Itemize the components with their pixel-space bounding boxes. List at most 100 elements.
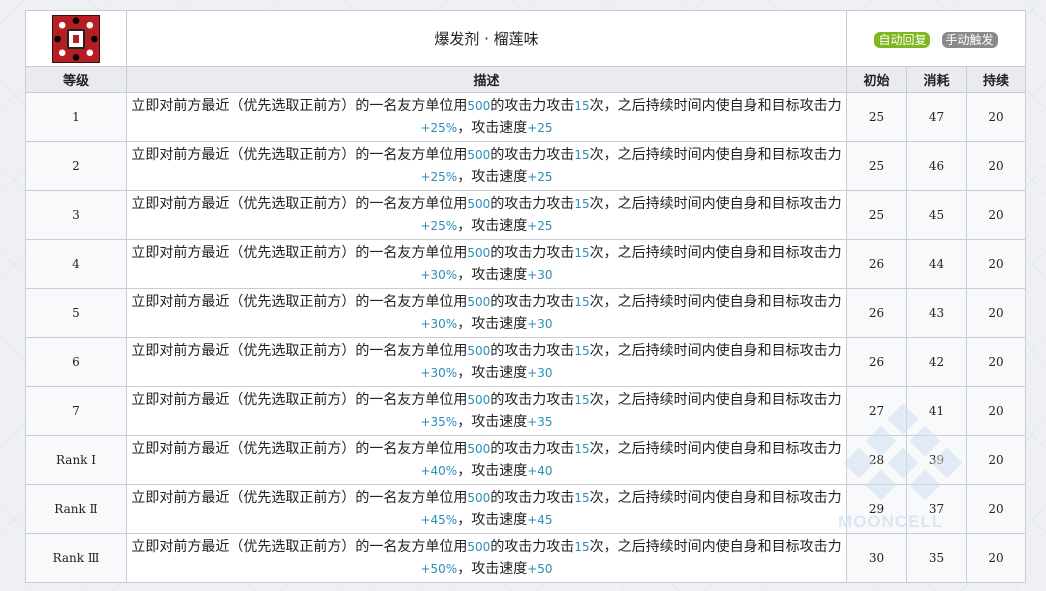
hit-count: 15 — [574, 148, 590, 162]
column-initial: 初始 — [846, 66, 907, 93]
initial-sp-cell: 26 — [846, 239, 907, 289]
column-desc: 描述 — [126, 66, 847, 93]
table-row: 6 立即对前方最近（优先选取正前方）的一名友方单位用500的攻击力攻击15次，之后… — [25, 337, 1026, 387]
aspd-bonus: +40 — [527, 464, 553, 478]
atk-bonus: +35% — [420, 415, 458, 429]
sp-cost-cell: 43 — [906, 288, 967, 338]
table-row: 4 立即对前方最近（优先选取正前方）的一名友方单位用500的攻击力攻击15次，之后… — [25, 239, 1026, 289]
table-row: 2 立即对前方最近（优先选取正前方）的一名友方单位用500的攻击力攻击15次，之后… — [25, 141, 1026, 191]
atk-bonus: +30% — [420, 366, 458, 380]
initial-sp-cell: 28 — [846, 435, 907, 485]
initial-sp-cell: 26 — [846, 337, 907, 387]
description-cell: 立即对前方最近（优先选取正前方）的一名友方单位用500的攻击力攻击15次，之后持… — [126, 288, 847, 338]
duration-cell: 20 — [966, 386, 1026, 436]
description-cell: 立即对前方最近（优先选取正前方）的一名友方单位用500的攻击力攻击15次，之后持… — [126, 533, 847, 583]
duration-cell: 20 — [966, 92, 1026, 142]
description-cell: 立即对前方最近（优先选取正前方）的一名友方单位用500的攻击力攻击15次，之后持… — [126, 92, 847, 142]
level-cell: 4 — [25, 239, 127, 289]
table-row: Rank Ⅰ 立即对前方最近（优先选取正前方）的一名友方单位用500的攻击力攻击1… — [25, 435, 1026, 485]
hit-count: 15 — [574, 99, 590, 113]
sp-cost-cell: 39 — [906, 435, 967, 485]
atk-multiplier: 500 — [467, 197, 491, 211]
table-row: Rank Ⅲ 立即对前方最近（优先选取正前方）的一名友方单位用500的攻击力攻击1… — [25, 533, 1026, 583]
atk-bonus: +25% — [420, 219, 458, 233]
sp-cost-cell: 47 — [906, 92, 967, 142]
initial-sp-cell: 27 — [846, 386, 907, 436]
atk-multiplier: 500 — [467, 295, 491, 309]
duration-cell: 20 — [966, 533, 1026, 583]
atk-multiplier: 500 — [467, 540, 491, 554]
initial-sp-cell: 25 — [846, 141, 907, 191]
hit-count: 15 — [574, 442, 590, 456]
sp-cost-cell: 46 — [906, 141, 967, 191]
duration-cell: 20 — [966, 337, 1026, 387]
hit-count: 15 — [574, 491, 590, 505]
description-cell: 立即对前方最近（优先选取正前方）的一名友方单位用500的攻击力攻击15次，之后持… — [126, 386, 847, 436]
sp-cost-cell: 37 — [906, 484, 967, 534]
table-row: Rank Ⅱ 立即对前方最近（优先选取正前方）的一名友方单位用500的攻击力攻击1… — [25, 484, 1026, 534]
skill-table: 爆发剂 · 榴莲味 自动回复 手动触发 等级 描述 初始 消耗 持续 1 立即对前… — [25, 10, 1026, 583]
description-cell: 立即对前方最近（优先选取正前方）的一名友方单位用500的攻击力攻击15次，之后持… — [126, 435, 847, 485]
description-cell: 立即对前方最近（优先选取正前方）的一名友方单位用500的攻击力攻击15次，之后持… — [126, 190, 847, 240]
level-cell: 1 — [25, 92, 127, 142]
initial-sp-cell: 29 — [846, 484, 907, 534]
hit-count: 15 — [574, 344, 590, 358]
initial-sp-cell: 30 — [846, 533, 907, 583]
description-cell: 立即对前方最近（优先选取正前方）的一名友方单位用500的攻击力攻击15次，之后持… — [126, 484, 847, 534]
atk-bonus: +25% — [420, 170, 458, 184]
atk-multiplier: 500 — [467, 393, 491, 407]
hit-count: 15 — [574, 295, 590, 309]
atk-multiplier: 500 — [467, 344, 491, 358]
aspd-bonus: +25 — [527, 219, 553, 233]
atk-bonus: +40% — [420, 464, 458, 478]
hit-count: 15 — [574, 197, 590, 211]
atk-bonus: +30% — [420, 317, 458, 331]
sp-cost-cell: 45 — [906, 190, 967, 240]
auto-recovery-tag: 自动回复 — [874, 32, 931, 48]
duration-cell: 20 — [966, 288, 1026, 338]
atk-multiplier: 500 — [467, 491, 491, 505]
duration-cell: 20 — [966, 141, 1026, 191]
atk-bonus: +25% — [420, 121, 458, 135]
skill-icon — [52, 14, 100, 63]
table-row: 5 立即对前方最近（优先选取正前方）的一名友方单位用500的攻击力攻击15次，之后… — [25, 288, 1026, 338]
description-cell: 立即对前方最近（优先选取正前方）的一名友方单位用500的攻击力攻击15次，之后持… — [126, 337, 847, 387]
duration-cell: 20 — [966, 239, 1026, 289]
level-cell: Rank Ⅱ — [25, 484, 127, 534]
skill-name: 爆发剂 · 榴莲味 — [126, 10, 847, 67]
atk-bonus: +50% — [420, 562, 458, 576]
manual-trigger-tag: 手动触发 — [941, 32, 998, 48]
atk-bonus: +30% — [420, 268, 458, 282]
initial-sp-cell: 25 — [846, 92, 907, 142]
table-row: 1 立即对前方最近（优先选取正前方）的一名友方单位用500的攻击力攻击15次，之后… — [25, 92, 1026, 142]
atk-multiplier: 500 — [467, 99, 491, 113]
column-header-row: 等级 描述 初始 消耗 持续 — [25, 66, 1026, 93]
skill-tags: 自动回复 手动触发 — [846, 10, 1026, 67]
aspd-bonus: +35 — [527, 415, 553, 429]
aspd-bonus: +30 — [527, 268, 553, 282]
skill-icon-cell — [25, 10, 127, 67]
atk-multiplier: 500 — [467, 246, 491, 260]
initial-sp-cell: 25 — [846, 190, 907, 240]
sp-cost-cell: 42 — [906, 337, 967, 387]
sp-cost-cell: 41 — [906, 386, 967, 436]
aspd-bonus: +30 — [527, 317, 553, 331]
description-cell: 立即对前方最近（优先选取正前方）的一名友方单位用500的攻击力攻击15次，之后持… — [126, 141, 847, 191]
duration-cell: 20 — [966, 484, 1026, 534]
atk-bonus: +45% — [420, 513, 458, 527]
level-cell: Rank Ⅲ — [25, 533, 127, 583]
atk-multiplier: 500 — [467, 442, 491, 456]
aspd-bonus: +25 — [527, 121, 553, 135]
column-duration: 持续 — [966, 66, 1026, 93]
column-cost: 消耗 — [906, 66, 967, 93]
duration-cell: 20 — [966, 190, 1026, 240]
hit-count: 15 — [574, 393, 590, 407]
sp-cost-cell: 35 — [906, 533, 967, 583]
table-row: 3 立即对前方最近（优先选取正前方）的一名友方单位用500的攻击力攻击15次，之后… — [25, 190, 1026, 240]
sp-cost-cell: 44 — [906, 239, 967, 289]
level-cell: 7 — [25, 386, 127, 436]
column-level: 等级 — [25, 66, 127, 93]
aspd-bonus: +25 — [527, 170, 553, 184]
hit-count: 15 — [574, 246, 590, 260]
level-cell: 3 — [25, 190, 127, 240]
